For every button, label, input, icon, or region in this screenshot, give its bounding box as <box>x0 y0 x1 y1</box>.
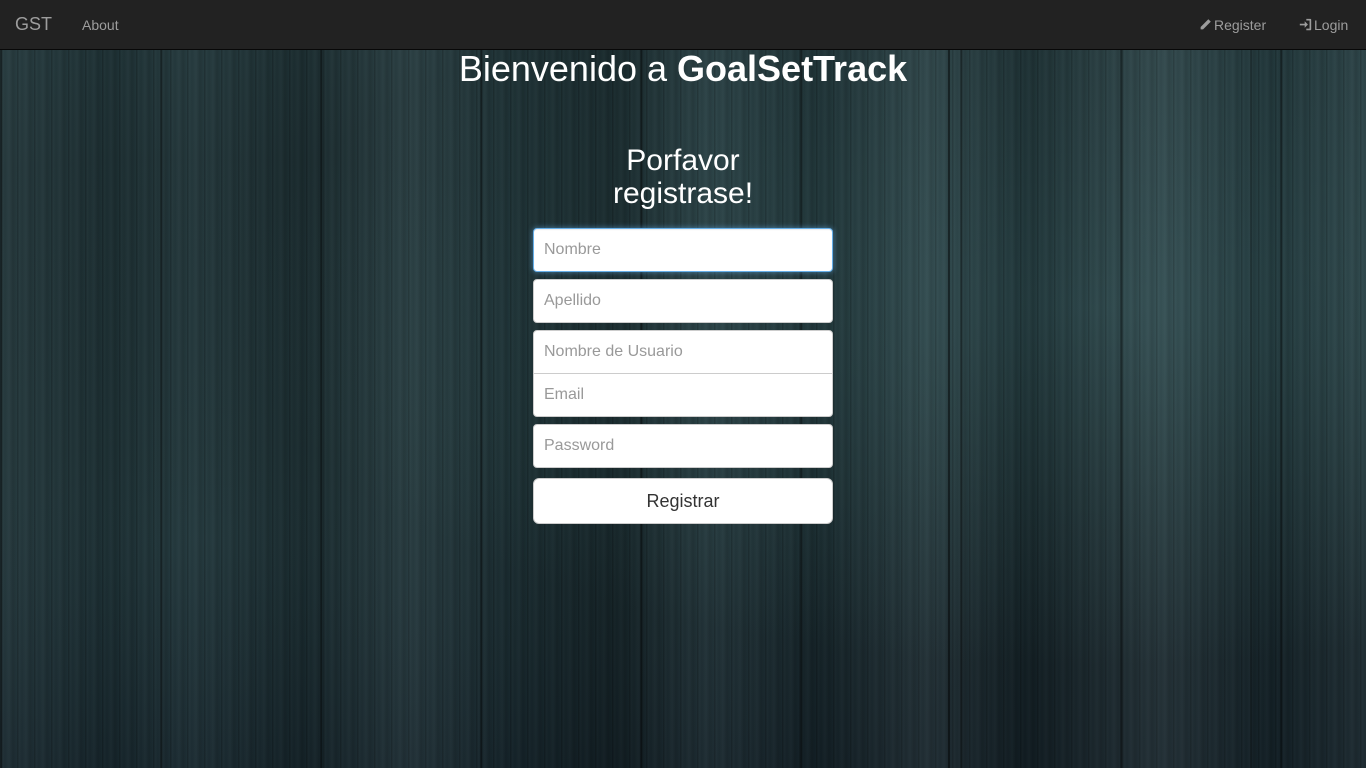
welcome-heading: Bienvenido a GoalSetTrack <box>0 48 1366 90</box>
register-button[interactable]: Registrar <box>533 478 833 524</box>
form-title-line1: Porfavor <box>626 144 740 177</box>
apellido-input[interactable] <box>533 279 833 323</box>
username-input[interactable] <box>533 330 833 374</box>
nav-register-label: Register <box>1214 17 1267 33</box>
top-navbar: GST About Register Login <box>0 0 1366 50</box>
log-in-icon <box>1299 17 1314 33</box>
nav-link-register[interactable]: Register <box>1199 17 1266 33</box>
navbar-brand[interactable]: GST <box>15 14 52 34</box>
nav-link-login[interactable]: Login <box>1299 17 1348 33</box>
background-plank-line <box>948 50 950 768</box>
pencil-icon <box>1199 17 1214 33</box>
email-input[interactable] <box>533 373 833 417</box>
form-title: Porfavor registrase! <box>533 144 833 210</box>
password-input[interactable] <box>533 424 833 468</box>
nav-login-label: Login <box>1314 17 1349 33</box>
nombre-input[interactable] <box>533 228 833 272</box>
welcome-app-name: GoalSetTrack <box>677 48 908 89</box>
welcome-prefix: Bienvenido a <box>458 48 678 89</box>
form-title-line2: registrase! <box>612 177 754 210</box>
background-plank-line <box>1250 50 1252 768</box>
nav-link-about[interactable]: About <box>82 17 119 33</box>
